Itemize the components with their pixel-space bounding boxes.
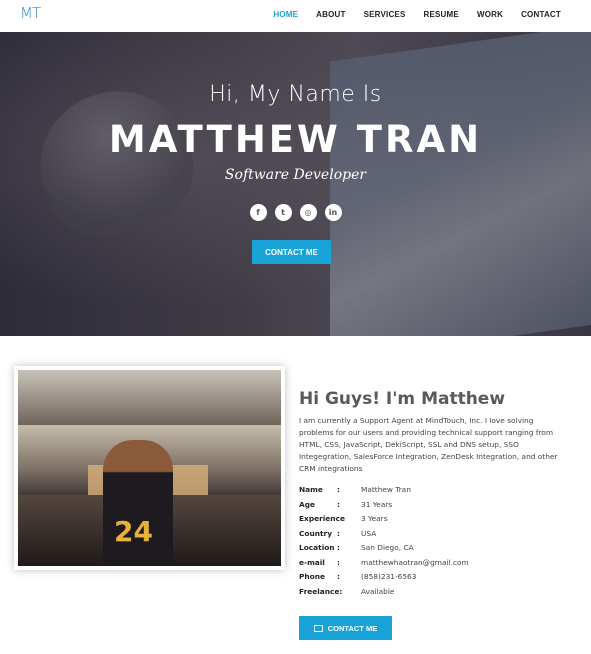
- info-sep: :: [337, 572, 340, 581]
- linkedin-icon[interactable]: in: [324, 204, 342, 221]
- info-value: Matthew Tran: [361, 485, 412, 494]
- hero-role: Software Developer: [224, 167, 367, 183]
- info-sep: :: [337, 543, 340, 552]
- nav-link-work[interactable]: WORK: [477, 10, 503, 19]
- hero-name: MATTHEW TRAN: [108, 118, 483, 161]
- info-sep: :: [337, 499, 340, 509]
- hero-greeting: Hi, My Name Is: [209, 82, 382, 107]
- info-key: Country: [299, 528, 333, 538]
- hero-overlay: [0, 32, 591, 336]
- about-bio: I am currently a Support Agent at MindTo…: [299, 416, 558, 473]
- info-row-name: Name : Matthew Tran: [299, 485, 569, 500]
- about-contact-label: CONTACT ME: [327, 623, 378, 633]
- site-logo[interactable]: MT: [20, 4, 41, 22]
- main-menu: HOME ABOUT SERVICES RESUME WORK CONTACT: [273, 0, 561, 28]
- info-key: Name: [299, 485, 323, 494]
- hero-section: Hi, My Name Is MATTHEW TRAN Software Dev…: [0, 32, 591, 336]
- info-key: e-mail: [299, 557, 325, 567]
- facebook-icon[interactable]: f: [249, 204, 267, 221]
- profile-photo-frame: 24: [14, 366, 285, 570]
- chat-icon: [313, 624, 323, 632]
- info-row-experience: Experience 3 Years: [299, 514, 569, 529]
- info-row-age: Age : 31 Years: [299, 500, 569, 515]
- info-row-location: Location : San Diego, CA: [299, 543, 569, 558]
- twitter-icon[interactable]: t: [274, 204, 292, 221]
- info-value: 3 Years: [361, 514, 388, 523]
- info-sep: :: [337, 528, 340, 538]
- nav-link-about[interactable]: ABOUT: [316, 10, 345, 19]
- social-links: f t ◎ in: [0, 204, 591, 221]
- info-value: Available: [361, 586, 395, 596]
- info-sep: :: [337, 557, 340, 567]
- instagram-icon[interactable]: ◎: [299, 204, 317, 221]
- hero-contact-button[interactable]: CONTACT ME: [252, 240, 331, 264]
- info-sep: :: [337, 485, 340, 494]
- nav-link-home[interactable]: HOME: [273, 10, 298, 19]
- info-key: Age: [299, 499, 316, 509]
- info-row-email: e-mail : matthewhaotran@gmail.com: [299, 558, 569, 573]
- info-row-freelance: Freelance: Available: [299, 587, 569, 602]
- top-navbar: MT HOME ABOUT SERVICES RESUME WORK CONTA…: [0, 0, 591, 32]
- about-contact-button[interactable]: CONTACT ME: [299, 616, 392, 640]
- about-title: Hi Guys! I'm Matthew: [299, 389, 506, 409]
- info-key: Location: [299, 543, 335, 552]
- info-key: Experience: [299, 514, 345, 523]
- profile-photo: 24: [18, 370, 281, 566]
- info-row-phone: Phone : (858)231-6563: [299, 572, 569, 587]
- info-list: Name : Matthew Tran Age : 31 Years Exper…: [299, 485, 569, 601]
- info-value: 31 Years: [361, 499, 393, 509]
- photo-jersey-number: 24: [114, 515, 153, 548]
- info-key: Phone: [299, 572, 326, 581]
- nav-link-contact[interactable]: CONTACT: [521, 10, 561, 19]
- info-value: USA: [361, 528, 377, 538]
- nav-link-resume[interactable]: RESUME: [424, 10, 459, 19]
- info-value: matthewhaotran@gmail.com: [361, 557, 469, 567]
- info-value: (858)231-6563: [361, 572, 417, 581]
- info-key: Freelance:: [299, 586, 343, 596]
- info-row-country: Country : USA: [299, 529, 569, 544]
- info-value: San Diego, CA: [361, 543, 414, 552]
- nav-link-services[interactable]: SERVICES: [364, 10, 406, 19]
